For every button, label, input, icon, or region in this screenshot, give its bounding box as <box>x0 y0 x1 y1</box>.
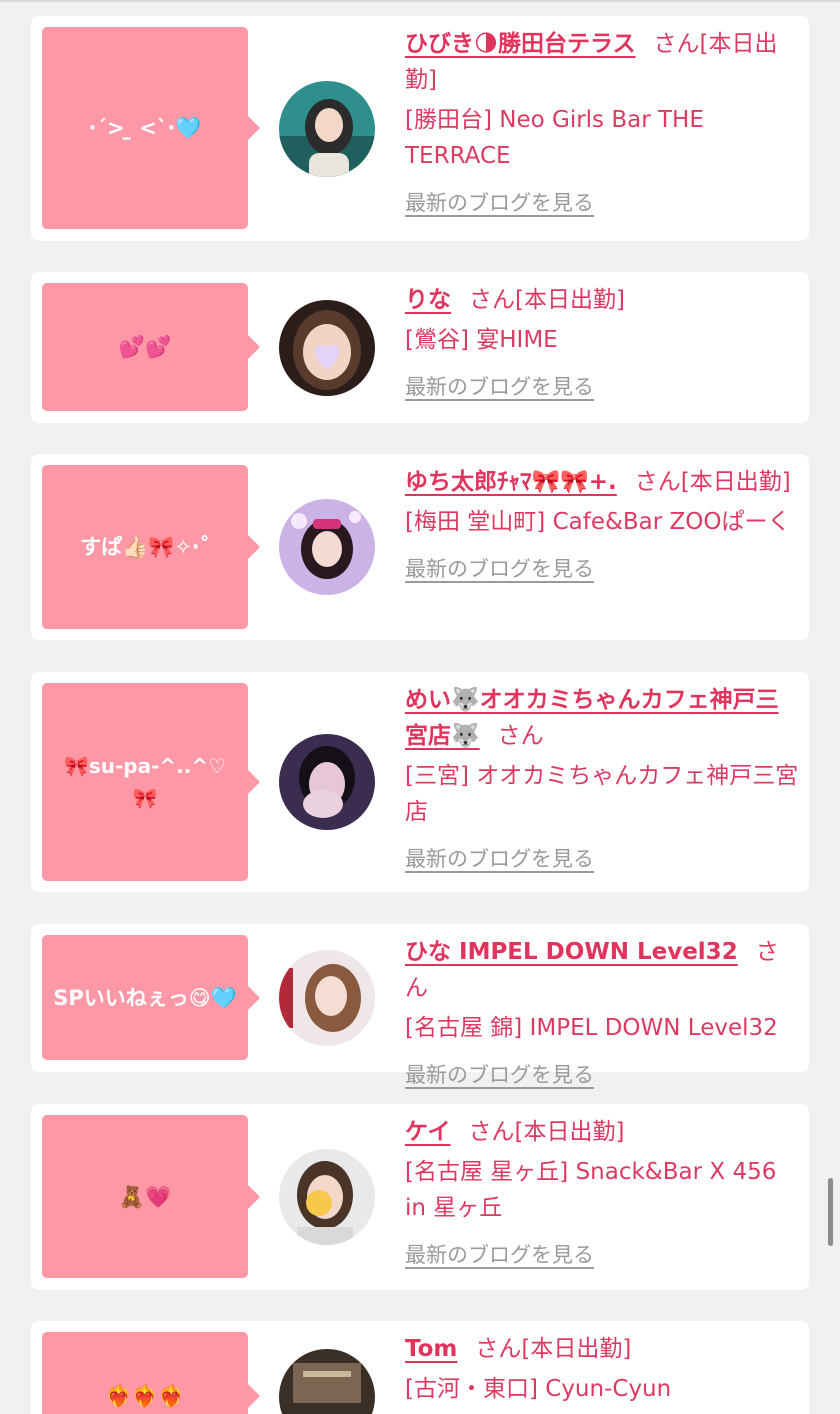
cast-name-link[interactable]: りな <box>405 287 451 313</box>
avatar[interactable] <box>279 1149 375 1245</box>
avatar-photo-icon <box>279 950 375 1046</box>
avatar-photo-icon <box>279 734 375 830</box>
avatar-photo-icon <box>279 300 375 396</box>
comment-text: ❤️‍🔥❤️‍🔥❤️‍🔥 <box>105 1384 185 1408</box>
cast-card: 🎀su-pa-^..^♡🎀 めい🐺オオカミちゃんカフェ神戸三宮店🐺 さん [三宮]… <box>31 672 809 892</box>
comment-bubble: 🎀su-pa-^..^♡🎀 <box>42 683 260 881</box>
shop-name: [名古屋 星ヶ丘] Snack&Bar X 456 in 星ヶ丘 <box>405 1159 777 1221</box>
comment-text: 🧸💗 <box>118 1184 172 1209</box>
honorific: さん <box>634 469 681 495</box>
cast-blog-feed: ·ˊ> ̫ <ˋ·🩵 ひびき🌗勝田台テラス さん[本日出勤] [勝田台] Neo … <box>0 0 840 1414</box>
cast-name-link[interactable]: ひな IMPEL DOWN Level32 <box>405 939 738 965</box>
comment-bubble: SPいいねぇっ😋🩵 <box>42 935 260 1060</box>
latest-blog-link[interactable]: 最新のブログを見る <box>405 1060 594 1090</box>
status-badge: [本日出勤] <box>514 1119 625 1145</box>
cast-info: ひびき🌗勝田台テラス さん[本日出勤] [勝田台] Neo Girls Bar T… <box>405 26 801 218</box>
cast-info: ケイ さん[本日出勤] [名古屋 星ヶ丘] Snack&Bar X 456 in … <box>405 1114 801 1270</box>
comment-text: 💕💕 <box>118 335 172 359</box>
comment-bubble: 🧸💗 <box>42 1115 260 1278</box>
cast-name-link[interactable]: ケイ <box>405 1119 451 1145</box>
comment-text: すぱ👍🏻🎀✧‧˚ <box>80 535 210 559</box>
cast-name-link[interactable]: めい🐺オオカミちゃんカフェ神戸三宮店🐺 <box>405 687 779 749</box>
cast-card: 💕💕 りな さん[本日出勤] [鶯谷] 宴HIME 最新のブログを見る <box>31 272 809 423</box>
name-line: りな さん[本日出勤] <box>405 282 801 318</box>
latest-blog-link[interactable]: 最新のブログを見る <box>405 844 594 874</box>
shop-name: [古河・東口] Cyun-Cyun <box>405 1376 672 1402</box>
comment-bubble: 💕💕 <box>42 283 260 411</box>
cast-name-link[interactable]: ひびき🌗勝田台テラス <box>405 31 636 57</box>
latest-blog-link[interactable]: 最新のブログを見る <box>405 554 594 584</box>
comment-text: SPいいねぇっ😋🩵 <box>53 985 237 1010</box>
honorific: さん <box>475 1336 522 1362</box>
cast-info: りな さん[本日出勤] [鶯谷] 宴HIME 最新のブログを見る <box>405 282 801 402</box>
comment-bubble: ❤️‍🔥❤️‍🔥❤️‍🔥 <box>42 1332 260 1414</box>
cast-card: 🧸💗 ケイ さん[本日出勤] [名古屋 星ヶ丘] Snack&Bar X 456 … <box>31 1104 809 1290</box>
honorific: さん <box>468 1119 515 1145</box>
cast-card: ·ˊ> ̫ <ˋ·🩵 ひびき🌗勝田台テラス さん[本日出勤] [勝田台] Neo … <box>31 16 809 241</box>
shop-name: [梅田 堂山町] Cafe&Bar ZOOぱーく <box>405 509 791 535</box>
cast-info: めい🐺オオカミちゃんカフェ神戸三宮店🐺 さん [三宮] オオカミちゃんカフェ神戸三… <box>405 682 801 874</box>
cast-card: ❤️‍🔥❤️‍🔥❤️‍🔥 Tom さん[本日出勤] [古河・東口] Cyun-Cy… <box>31 1321 809 1414</box>
cast-info: Tom さん[本日出勤] [古河・東口] Cyun-Cyun <box>405 1331 801 1407</box>
scrollbar[interactable] <box>828 1178 833 1246</box>
status-badge: [本日出勤] <box>521 1336 632 1362</box>
comment-bubble: ·ˊ> ̫ <ˋ·🩵 <box>42 27 260 229</box>
comment-text: ·ˊ> ̫ <ˋ·🩵 <box>88 116 202 140</box>
avatar[interactable] <box>279 300 375 396</box>
cast-card: SPいいねぇっ😋🩵 ひな IMPEL DOWN Level32 さん [名古屋 錦… <box>31 924 809 1087</box>
name-line: ケイ さん[本日出勤] <box>405 1114 801 1150</box>
shop-name: [三宮] オオカミちゃんカフェ神戸三宮店 <box>405 763 799 825</box>
avatar[interactable] <box>279 1349 375 1414</box>
avatar[interactable] <box>279 499 375 595</box>
comment-bubble: すぱ👍🏻🎀✧‧˚ <box>42 465 260 629</box>
cast-name-link[interactable]: ゆち太郎ﾁｬﾏ🎀🎀+. <box>405 469 617 495</box>
avatar-photo-icon <box>279 1349 375 1414</box>
status-badge: [本日出勤] <box>515 287 625 313</box>
shop-name: [名古屋 錦] IMPEL DOWN Level32 <box>405 1015 778 1041</box>
status-badge: [本日出勤] <box>680 469 791 495</box>
avatar[interactable] <box>279 734 375 830</box>
honorific: さん <box>497 723 544 749</box>
cast-info: ゆち太郎ﾁｬﾏ🎀🎀+. さん[本日出勤] [梅田 堂山町] Cafe&Bar ZO… <box>405 464 801 584</box>
shop-name: [勝田台] Neo Girls Bar THE TERRACE <box>405 107 704 169</box>
avatar-photo-icon <box>279 499 375 595</box>
name-line: ゆち太郎ﾁｬﾏ🎀🎀+. さん[本日出勤] <box>405 464 801 500</box>
avatar-photo-icon <box>279 1149 375 1245</box>
avatar[interactable] <box>279 950 375 1046</box>
cast-info: ひな IMPEL DOWN Level32 さん [名古屋 錦] IMPEL DO… <box>405 934 801 1090</box>
latest-blog-link[interactable]: 最新のブログを見る <box>405 372 594 402</box>
avatar[interactable] <box>279 81 375 177</box>
honorific: さん <box>653 31 700 57</box>
name-line: めい🐺オオカミちゃんカフェ神戸三宮店🐺 さん <box>405 682 801 754</box>
cast-card: すぱ👍🏻🎀✧‧˚ ゆち太郎ﾁｬﾏ🎀🎀+. さん[本日出勤] [梅田 堂山町] Ca… <box>31 454 809 640</box>
avatar-photo-icon <box>279 81 375 177</box>
name-line: ひな IMPEL DOWN Level32 さん <box>405 934 801 1006</box>
name-line: Tom さん[本日出勤] <box>405 1331 801 1367</box>
honorific: さん <box>469 287 515 313</box>
cast-name-link[interactable]: Tom <box>405 1336 457 1362</box>
shop-name: [鶯谷] 宴HIME <box>405 327 558 353</box>
top-divider <box>0 0 840 2</box>
name-line: ひびき🌗勝田台テラス さん[本日出勤] <box>405 26 801 98</box>
latest-blog-link[interactable]: 最新のブログを見る <box>405 188 594 218</box>
comment-text: 🎀su-pa-^..^♡🎀 <box>63 754 227 810</box>
latest-blog-link[interactable]: 最新のブログを見る <box>405 1240 594 1270</box>
